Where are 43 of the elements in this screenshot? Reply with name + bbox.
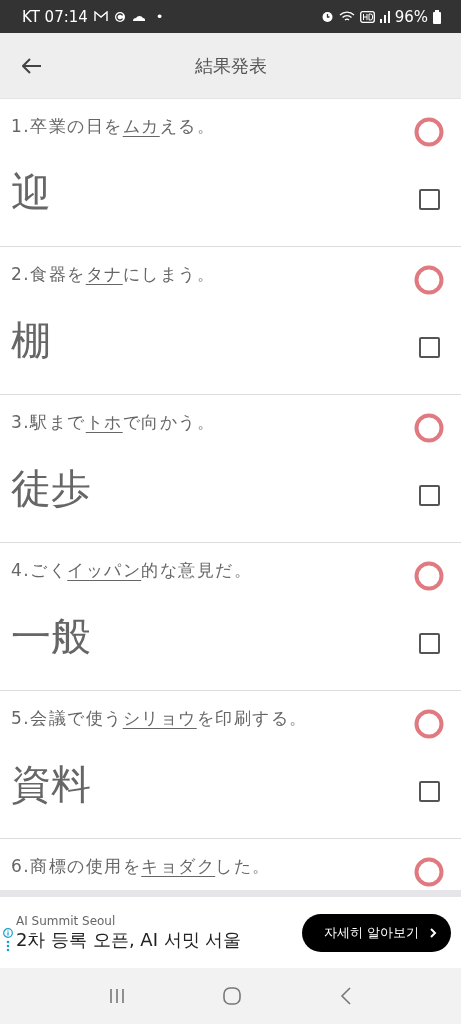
question-text: 5.会議で使う シリョウ を印刷する。 [11, 707, 308, 730]
notification-dot: • [155, 9, 164, 24]
hd-icon [359, 10, 375, 23]
screen-title: 結果発表 [194, 53, 267, 78]
ad-headline: 2차 등록 오픈, AI 서밋 서울 [16, 927, 242, 952]
mail-icon [93, 11, 108, 22]
checkbox[interactable] [419, 337, 440, 358]
circle-mark-icon [414, 117, 444, 147]
wifi-icon [338, 10, 355, 23]
circle-mark-icon [414, 857, 444, 887]
battery-percent: 96% [394, 7, 428, 26]
answer-text: 一般 [11, 612, 91, 661]
answer-text: 迎 [11, 168, 51, 217]
circle-mark-icon [414, 413, 444, 443]
battery-icon [433, 9, 441, 24]
circle-mark-icon [414, 561, 444, 591]
answer-text: 棚 [11, 316, 51, 365]
signal-icon [379, 10, 390, 23]
home-icon[interactable] [223, 987, 242, 1005]
question-text: 3.駅まで トホ で向かう。 [11, 411, 216, 434]
status-time: KT 07:14 [22, 7, 88, 26]
more-icon[interactable] [6, 939, 10, 952]
recents-icon[interactable] [109, 988, 126, 1004]
checkbox[interactable] [419, 633, 440, 654]
circle-mark-icon [414, 265, 444, 295]
alarm-icon [320, 10, 334, 23]
checkbox[interactable] [419, 189, 440, 210]
question-text: 2.食器を タナ にしまう。 [11, 263, 216, 286]
back-icon[interactable] [339, 987, 352, 1005]
answer-text: 徒歩 [11, 464, 91, 513]
back-arrow-icon[interactable] [22, 57, 42, 74]
info-icon[interactable] [3, 927, 13, 938]
ad-advertiser: AI Summit Seoul [16, 913, 117, 928]
sync-icon [113, 10, 126, 23]
question-text: 4.ごく イッパン的な意見だ。 [11, 559, 253, 582]
question-text: 1.卒業の日を ムカ える。 [11, 115, 216, 138]
checkbox[interactable] [419, 781, 440, 802]
circle-mark-icon [414, 709, 444, 739]
learn-more-button[interactable]: 자세히 알아보기 [301, 913, 451, 952]
answer-text: 資料 [11, 760, 91, 809]
chevron-icon [429, 927, 437, 938]
question-text: 6.商標の使用を キョダク した。 [11, 855, 271, 878]
checkbox[interactable] [419, 485, 440, 506]
